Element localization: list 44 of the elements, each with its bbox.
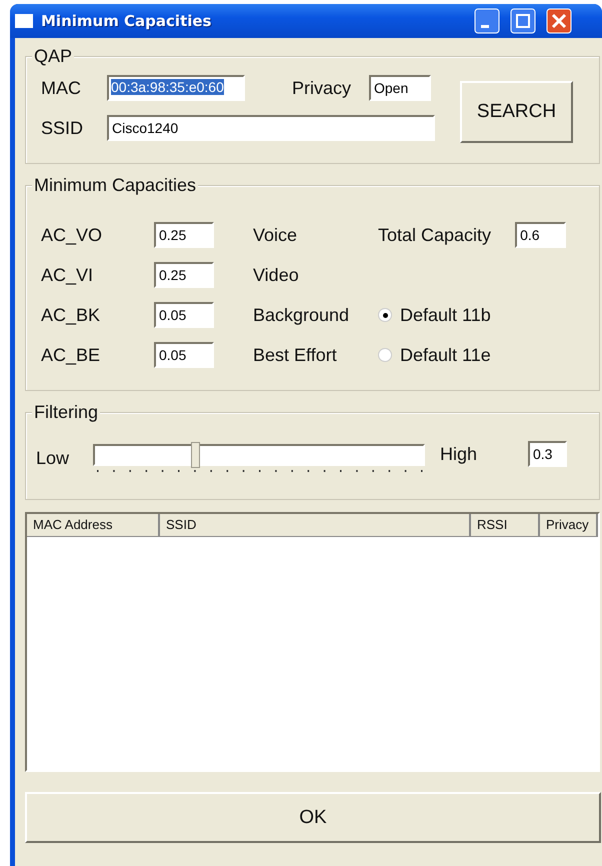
total-capacity-field[interactable]: 0.6 bbox=[515, 222, 566, 248]
privacy-label: Privacy bbox=[292, 78, 352, 98]
slider-track[interactable] bbox=[93, 444, 425, 466]
group-title: Filtering bbox=[32, 402, 100, 423]
ssid-label: SSID bbox=[41, 118, 84, 138]
maximize-icon[interactable] bbox=[510, 8, 536, 34]
category-code: AC_VI bbox=[41, 264, 94, 286]
high-label: High bbox=[440, 444, 478, 464]
category-code: AC_BK bbox=[41, 304, 102, 326]
capacity-field[interactable]: 0.05 bbox=[154, 342, 214, 368]
category-code: AC_VO bbox=[41, 224, 104, 246]
capacity-field[interactable]: 0.05 bbox=[154, 302, 214, 328]
close-icon[interactable] bbox=[546, 8, 572, 34]
column-header[interactable]: SSID bbox=[160, 514, 471, 536]
window-title: Minimum Capacities bbox=[41, 12, 212, 30]
slider-thumb[interactable] bbox=[191, 442, 200, 468]
window-icon bbox=[15, 14, 33, 28]
mac-label: MAC bbox=[41, 78, 82, 98]
capacity-field[interactable]: 0.25 bbox=[154, 222, 214, 248]
radio-label: Default 11b bbox=[400, 304, 491, 326]
mac-field[interactable]: 00:3a:98:35:e0:60 bbox=[107, 75, 245, 101]
low-label: Low bbox=[36, 448, 70, 468]
minimize-icon[interactable] bbox=[474, 8, 500, 34]
ssid-field[interactable]: Cisco1240 bbox=[107, 115, 435, 141]
column-header[interactable]: RSSI bbox=[471, 514, 540, 536]
filter-value-field[interactable]: 0.3 bbox=[528, 441, 567, 467]
total-capacity-label: Total Capacity bbox=[378, 224, 492, 246]
category-name: Best Effort bbox=[253, 344, 338, 366]
search-button[interactable]: SEARCH bbox=[460, 81, 573, 143]
category-code: AC_BE bbox=[41, 344, 102, 366]
capacity-field[interactable]: 0.25 bbox=[154, 262, 214, 288]
category-name: Background bbox=[253, 304, 350, 326]
radio-label: Default 11e bbox=[400, 344, 491, 366]
privacy-field[interactable]: Open bbox=[369, 75, 431, 101]
group-title: Minimum Capacities bbox=[32, 175, 198, 196]
group-title: QAP bbox=[32, 46, 74, 67]
ok-button[interactable]: OK bbox=[25, 792, 601, 843]
column-header[interactable]: MAC Address bbox=[27, 514, 160, 536]
category-name: Voice bbox=[253, 224, 298, 246]
category-name: Video bbox=[253, 264, 300, 286]
results-list[interactable]: MAC Address SSID RSSI Privacy bbox=[25, 512, 600, 772]
radio-button[interactable] bbox=[378, 308, 392, 322]
column-header[interactable]: Privacy bbox=[540, 514, 598, 536]
radio-button[interactable] bbox=[378, 348, 392, 362]
